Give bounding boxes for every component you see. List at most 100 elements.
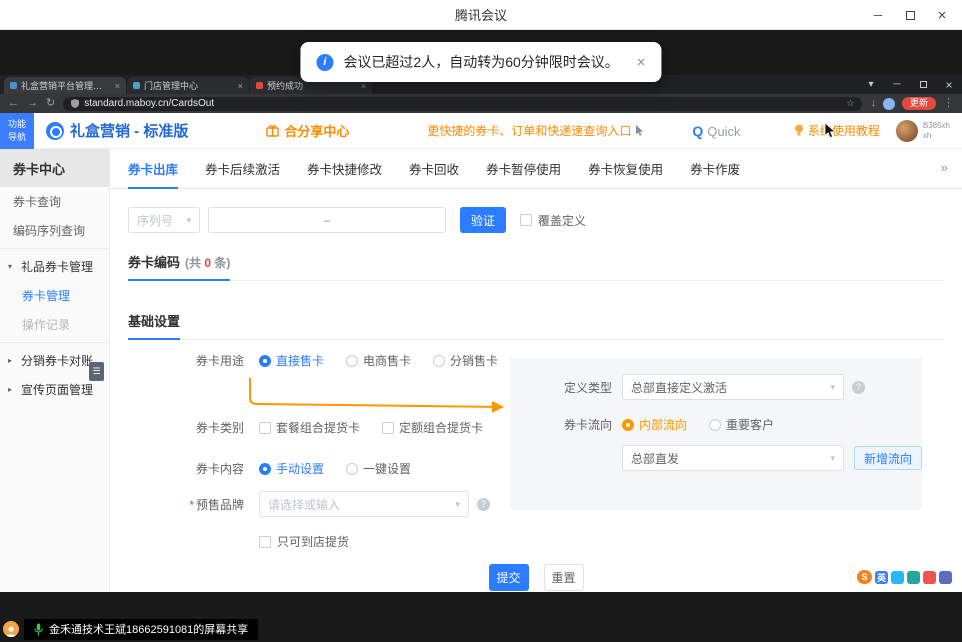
content-option-manual[interactable]: 手动设置 [259,460,324,477]
required-asterisk: * [189,498,194,512]
meeting-window: 腾讯会议 ─ × i 会议已超过2人，自动转为60分钟限时会议。 × 礼盒营销平… [0,0,962,642]
tab-close-icon[interactable]: × [238,81,243,91]
card-settings-form: 定义类型 总部直接定义激活 ▾ ? 券卡流向 内部流向 [110,352,962,550]
sidebar-collapse-handle[interactable]: ☰ [89,362,104,381]
tab-card-restore[interactable]: 券卡恢复使用 [588,149,663,188]
notification-close-icon[interactable]: × [637,54,646,71]
sidebar-item-operation-log[interactable]: 操作记录 [0,310,109,339]
tab-search-icon[interactable]: ▾ [858,79,884,90]
usage-option-distribution-sale[interactable]: 分销售卡 [433,352,498,369]
help-icon[interactable]: ? [477,498,490,511]
card-codes-header: 券卡编码(共 0 条) [128,252,944,281]
tab-card-void[interactable]: 券卡作废 [690,149,740,188]
browser-menu-icon[interactable]: ⋮ [943,98,954,109]
verify-button[interactable]: 验证 [460,207,506,233]
maximize-icon[interactable] [894,0,926,30]
panel-collapse-icon[interactable]: » [941,160,946,175]
quick-search[interactable]: Q Quick [692,123,740,139]
radio-selected-icon[interactable] [259,355,271,367]
tab-card-suspend[interactable]: 券卡暂停使用 [486,149,561,188]
category-option-fixed-combo-pickup-card[interactable]: 定额组合提货卡 [382,419,483,436]
usage-option-direct-sale[interactable]: 直接售卡 [259,352,324,369]
serial-select[interactable]: 序列号 ▾ [128,207,200,233]
tab-close-icon[interactable]: × [115,81,120,91]
browser-maximize-icon[interactable] [910,81,936,88]
definition-type-select[interactable]: 总部直接定义激活 ▾ [622,374,844,400]
sidebar-group-gift-card-mgmt[interactable]: ▾ 礼品券卡管理 [0,252,109,281]
share-center-link[interactable]: 合分享中心 [266,121,349,140]
promo-link[interactable]: 更快捷的券卡、订单和快递速查询入口 [427,122,644,139]
function-nav-toggle[interactable]: 功能 导航 [0,113,34,149]
tab-card-quick-modify[interactable]: 券卡快捷修改 [307,149,382,188]
presale-brand-row: *预售品牌 请选择或输入 ▾ ? [184,491,962,517]
tab-label: 门店管理中心 [144,79,234,92]
usage-option-ecommerce-sale[interactable]: 电商售卡 [346,352,411,369]
tab-label: 礼盒营销平台管理中心 [21,79,111,92]
content-option-one-click[interactable]: 一键设置 [346,460,411,477]
search-icon: Q [692,123,703,139]
category-option-combo-pickup-card[interactable]: 套餐组合提货卡 [259,419,360,436]
extension-translate-icon[interactable]: 英 [875,571,888,584]
sidebar-item-code-sequence-query[interactable]: 编码序列查询 [0,216,109,245]
browser-minimize-icon[interactable]: ─ [884,79,910,90]
caret-right-icon: ▸ [8,356,17,365]
minimize-icon[interactable]: ─ [862,0,894,30]
radio-icon[interactable] [346,463,358,475]
extension-sogou-icon[interactable]: S [857,570,872,584]
radio-selected-icon[interactable] [259,463,271,475]
serial-range-input[interactable]: – [208,207,446,233]
override-label: 覆盖定义 [538,212,586,229]
sidebar-item-card-management[interactable]: 券卡管理 [0,281,109,310]
screen-share-pill[interactable]: 金禾通技术王斌18662591081的屏幕共享 [24,619,258,640]
extension-icon[interactable] [907,571,920,584]
checkbox-icon[interactable] [259,422,271,434]
meeting-title: 腾讯会议 [455,5,507,24]
close-icon[interactable]: × [926,0,958,30]
definition-type-row: 定义类型 总部直接定义激活 ▾ ? [562,374,922,400]
bookmark-star-icon[interactable]: ☆ [846,98,854,109]
definition-type-label: 定义类型 [562,379,612,396]
store-only-row[interactable]: 只可到店提货 [259,533,962,550]
browser-close-icon[interactable]: × [936,78,962,92]
content-option-label: 手动设置 [276,460,324,477]
submit-button[interactable]: 提交 [489,564,529,591]
sidebar-item-card-query[interactable]: 券卡查询 [0,187,109,216]
browser-tab-1[interactable]: 礼盒营销平台管理中心 × [4,77,126,94]
reload-icon[interactable]: ↻ [46,98,55,109]
browser-profile-avatar[interactable] [883,98,895,110]
sidebar-group-label: 礼品券卡管理 [21,258,93,275]
help-icon[interactable]: ? [852,381,865,394]
sharer-avatar-icon[interactable] [3,621,19,637]
radio-icon[interactable] [433,355,445,367]
extension-icon[interactable] [939,571,952,584]
forward-icon[interactable]: → [27,98,38,109]
override-checkbox-group[interactable]: 覆盖定义 [520,212,586,229]
browser-update-button[interactable]: 更新 [902,97,936,110]
user-name: B385xh [923,121,950,130]
user-avatar [896,120,918,142]
user-menu[interactable]: B385xh xh [896,120,950,142]
checkbox-icon[interactable] [382,422,394,434]
tab-card-recycle[interactable]: 券卡回收 [409,149,459,188]
radio-icon[interactable] [346,355,358,367]
tab-close-icon[interactable]: × [361,81,366,91]
reset-button[interactable]: 重置 [544,564,584,591]
tab-card-followup-activate[interactable]: 券卡后续激活 [205,149,280,188]
browser-window-controls: ▾ ─ × [858,75,962,94]
download-icon[interactable]: ↓ [870,98,876,109]
screen-share-label: 金禾通技术王斌18662591081的屏幕共享 [49,621,248,637]
extension-icon[interactable] [891,571,904,584]
extension-icon[interactable] [923,571,936,584]
brand-title: 礼盒营销 - 标准版 [70,120,188,141]
browser-tab-2[interactable]: 门店管理中心 × [127,77,249,94]
presale-brand-select[interactable]: 请选择或输入 ▾ [259,491,469,517]
override-checkbox[interactable] [520,214,532,226]
bulb-icon [794,124,804,137]
store-only-checkbox[interactable] [259,536,271,548]
category-option-label: 定额组合提货卡 [399,419,483,436]
back-icon[interactable]: ← [8,98,19,109]
url-input[interactable]: standard.maboy.cn/CardsOut ☆ [63,97,862,111]
definition-type-value: 总部直接定义激活 [631,379,727,396]
tab-card-outbound[interactable]: 券卡出库 [128,149,178,188]
caret-right-icon: ▸ [8,385,17,394]
